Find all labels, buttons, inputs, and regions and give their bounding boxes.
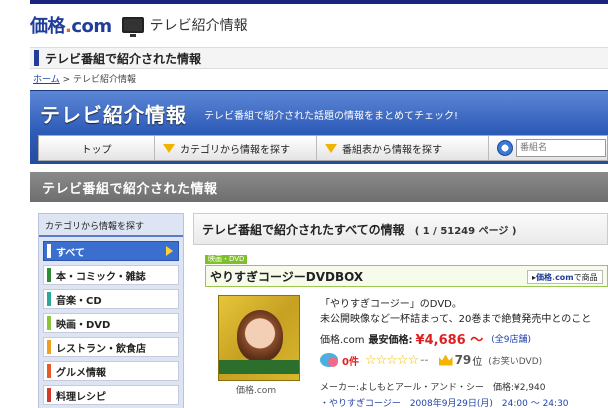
banner-title: テレビ紹介情報 [40, 103, 187, 127]
category-color-mark [47, 292, 51, 306]
maker-info: メーカー:よしもとアール・アンド・シー 価格:¥2,940 [320, 383, 546, 393]
category-sidebar: カテゴリから情報を探す すべて 本・コミック・雑誌 音楽・CD 映画・DVD レ… [38, 213, 184, 408]
nav-category-label: カテゴリから情報を探す [180, 144, 290, 156]
sidebar-item-label: すべて [56, 247, 85, 259]
main-heading-box: テレビ番組で紹介されたすべての情報 ( 1 / 51249 ページ ) [193, 213, 608, 245]
review-count[interactable]: 0件 [342, 353, 359, 368]
breadcrumb: ホーム > テレビ紹介情報 [33, 72, 136, 85]
program-search-input[interactable] [516, 139, 606, 157]
search-icon[interactable] [497, 140, 513, 156]
site-header: 価格.com テレビ紹介情報 [30, 10, 608, 40]
breadcrumb-home-link[interactable]: ホーム [33, 75, 60, 85]
sidebar-item-label: グルメ情報 [56, 367, 106, 379]
kakaku-small-logo: 価格.com [536, 272, 574, 282]
sidebar-item-label: 料理レシピ [56, 391, 106, 403]
lowest-price[interactable]: ¥4,686 〜 [416, 329, 484, 348]
arrow-right-icon [166, 246, 173, 256]
rank-number: 79 [454, 353, 472, 367]
header-title: テレビ紹介情報 [149, 18, 248, 34]
rating-stars: ☆☆☆☆☆ [364, 352, 419, 368]
product-image-face [237, 310, 283, 362]
product-image-label [219, 360, 299, 374]
genre-tag: 映画・DVD [205, 255, 248, 264]
description-line: 「やりすぎコージー」のDVD。 [320, 299, 462, 310]
sidebar-item-gourmet[interactable]: グルメ情報 [43, 361, 179, 381]
kakaku-logo[interactable]: 価格.com [30, 12, 112, 38]
sidebar-item-label: レストラン・飲食店 [56, 343, 146, 355]
review-row: 0件 ☆☆☆☆☆ -- 79 位 (お笑いDVD) [320, 349, 542, 371]
product-image[interactable] [218, 295, 300, 381]
product-title[interactable]: やりすぎコージーDVDBOX [210, 268, 363, 285]
tv-icon [121, 17, 144, 37]
broadcast-info[interactable]: ・やりすぎコージー 2008年9月29日(月) 24:00 ～ 24:30 [320, 396, 569, 408]
section-title-bar [34, 50, 39, 66]
sidebar-item-label: 映画・DVD [56, 319, 111, 331]
content-heading-band: テレビ番組で紹介された情報 [30, 172, 608, 202]
nav-search [489, 136, 607, 160]
breadcrumb-separator: > [62, 75, 71, 85]
category-color-mark [47, 388, 51, 402]
main-nav: トップ カテゴリから情報を探す 番組表から情報を探す [38, 135, 608, 161]
section-title-text: テレビ番組で紹介された情報 [45, 51, 202, 66]
kakaku-link-text: で商品 [573, 272, 598, 282]
breadcrumb-current: テレビ紹介情報 [73, 75, 137, 85]
section-title: テレビ番組で紹介された情報 [30, 47, 608, 69]
description-line: 未公開映像など一杯詰まって、20巻まで絶賛発売中とのこと [320, 314, 592, 325]
sidebar-item-movies[interactable]: 映画・DVD [43, 313, 179, 333]
image-caption: 価格.com [236, 386, 277, 396]
category-color-mark [47, 244, 51, 258]
kakaku-product-link[interactable]: ▸ 価格.com で商品 [527, 270, 603, 284]
triangle-icon [163, 143, 175, 153]
sidebar-item-recipes[interactable]: 料理レシピ [43, 385, 179, 405]
main-heading: テレビ番組で紹介されたすべての情報 [202, 222, 405, 237]
sidebar-item-label: 音楽・CD [56, 295, 102, 307]
review-bubble-icon [320, 353, 338, 367]
product-description: 「やりすぎコージー」のDVD。 未公開映像など一杯詰まって、20巻まで絶賛発売中… [320, 297, 591, 327]
rank-category: (お笑いDVD) [488, 356, 543, 367]
category-color-mark [47, 268, 51, 282]
rating-value: -- [420, 354, 429, 366]
nav-tv-schedule-label: 番組表から情報を探す [342, 144, 442, 156]
rank-suffix: 位 [472, 356, 483, 368]
nav-top[interactable]: トップ [39, 136, 155, 160]
triangle-icon [325, 143, 337, 153]
sidebar-item-all[interactable]: すべて [43, 241, 179, 261]
crown-icon [438, 354, 453, 366]
main-content: テレビ番組で紹介されたすべての情報 ( 1 / 51249 ページ ) 映画・D… [193, 213, 608, 408]
sidebar-item-books[interactable]: 本・コミック・雑誌 [43, 265, 179, 285]
sidebar-item-restaurants[interactable]: レストラン・飲食店 [43, 337, 179, 357]
price-row: 価格.com 最安価格: ¥4,686 〜 (全9店舗) [320, 329, 531, 348]
top-accent-bar [30, 0, 608, 4]
price-site: 価格.com [320, 335, 365, 346]
nav-tv-schedule[interactable]: 番組表から情報を探す [317, 136, 489, 160]
sidebar-item-label: 本・コミック・雑誌 [56, 271, 146, 283]
banner-subtitle: テレビ番組で紹介された話題の情報をまとめてチェック! [204, 111, 459, 122]
category-color-mark [47, 316, 51, 330]
category-color-mark [47, 364, 51, 378]
nav-category[interactable]: カテゴリから情報を探す [155, 136, 317, 160]
content-heading: テレビ番組で紹介された情報 [42, 181, 218, 197]
sidebar-heading: カテゴリから情報を探す [39, 214, 183, 237]
sidebar-item-music[interactable]: 音楽・CD [43, 289, 179, 309]
paging-info: ( 1 / 51249 ページ ) [414, 225, 517, 237]
shop-count-link[interactable]: (全9店舗) [491, 332, 531, 345]
price-label: 最安価格: [368, 335, 413, 346]
nav-top-label: トップ [81, 144, 112, 156]
category-color-mark [47, 340, 51, 354]
